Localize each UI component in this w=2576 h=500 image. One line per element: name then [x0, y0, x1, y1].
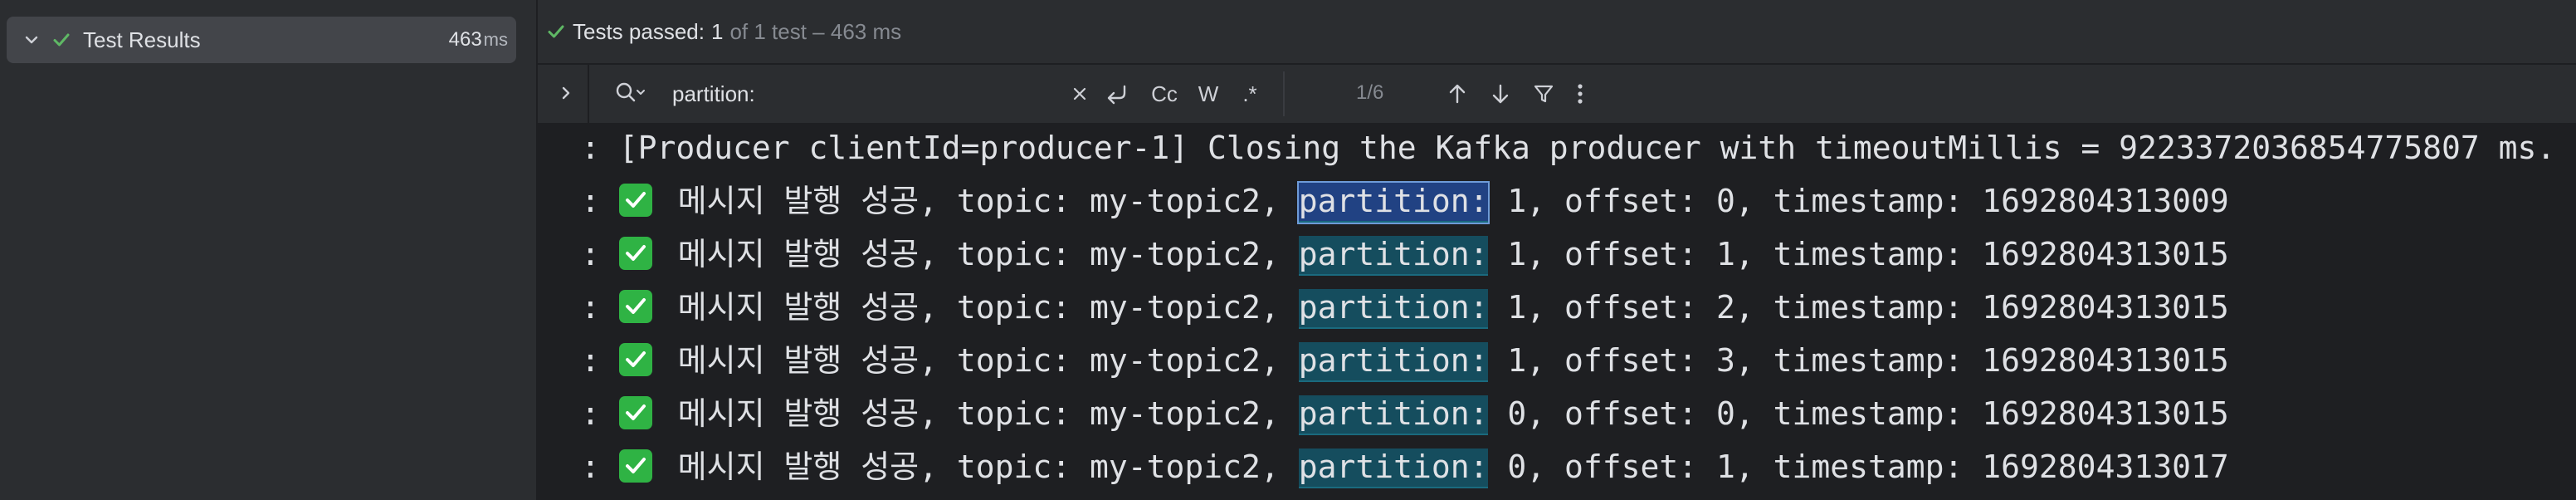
tests-passed-label: Tests passed:	[573, 18, 705, 44]
console-line: : 메시지 발행 성공, topic: my-topic2, partition…	[581, 389, 2229, 439]
check-mark-emoji-icon	[618, 396, 652, 429]
log-text: : [Producer clientId=producer-1] Closing…	[581, 130, 2556, 166]
log-prefix: :	[581, 395, 619, 432]
log-text: 메시지 발행 성공, topic: my-topic2,	[658, 395, 1299, 432]
check-mark-emoji-icon	[618, 184, 652, 217]
test-results-label: Test Results	[83, 27, 201, 52]
log-prefix: :	[581, 289, 619, 326]
chevron-right-icon[interactable]	[554, 81, 578, 105]
search-match: partition:	[1298, 449, 1489, 488]
search-input[interactable]	[671, 76, 1064, 111]
log-text: 0, offset: 1, timestamp: 1692804313017	[1488, 449, 2229, 485]
duration-value: 463	[448, 28, 482, 51]
search-match: partition:	[1298, 236, 1489, 276]
regex-button[interactable]: .*	[1233, 80, 1266, 108]
log-text: 메시지 발행 성공, topic: my-topic2,	[658, 289, 1299, 326]
separator	[588, 65, 589, 123]
log-text: 메시지 발행 성공, topic: my-topic2,	[658, 342, 1299, 379]
match-case-button[interactable]: Cc	[1145, 80, 1183, 108]
log-text: 메시지 발행 성공, topic: my-topic2,	[658, 236, 1299, 272]
log-text: 1, offset: 0, timestamp: 1692804313009	[1488, 183, 2229, 219]
console-line: : 메시지 발행 성공, topic: my-topic2, partition…	[581, 229, 2229, 279]
search-match: partition:	[1298, 342, 1489, 382]
new-line-icon[interactable]	[1100, 80, 1134, 108]
log-text: 1, offset: 1, timestamp: 1692804313015	[1488, 236, 2229, 272]
more-options-icon[interactable]	[1570, 80, 1590, 108]
log-text: 1, offset: 3, timestamp: 1692804313015	[1488, 342, 2229, 379]
tests-summary-text: of 1 test – 463 ms	[729, 18, 902, 44]
test-duration: 463ms	[449, 28, 508, 51]
log-text: 메시지 발행 성공, topic: my-topic2,	[658, 183, 1299, 219]
console-line: : 메시지 발행 성공, topic: my-topic2, partition…	[581, 442, 2229, 492]
check-mark-emoji-icon	[618, 449, 652, 483]
check-icon	[544, 20, 568, 43]
search-match: partition:	[1298, 395, 1489, 435]
check-mark-emoji-icon	[618, 290, 652, 323]
search-icon[interactable]	[614, 80, 647, 106]
filter-icon[interactable]	[1529, 80, 1559, 108]
duration-unit: ms	[483, 29, 508, 50]
check-icon	[50, 28, 73, 51]
test-status-bar: Tests passed: 1 of 1 test – 463 ms	[538, 0, 2576, 63]
log-text: 1, offset: 2, timestamp: 1692804313015	[1488, 289, 2229, 326]
console-output[interactable]: : [Producer clientId=producer-1] Closing…	[538, 123, 2576, 500]
match-counter: 1/6	[1356, 81, 1384, 104]
search-match: partition:	[1298, 289, 1489, 329]
test-results-node[interactable]: Test Results 463ms	[7, 17, 516, 63]
separator	[1283, 71, 1285, 116]
check-mark-emoji-icon	[618, 237, 652, 270]
arrow-down-icon[interactable]	[1486, 80, 1515, 108]
log-prefix: :	[581, 449, 619, 485]
tests-passed-count: 1	[710, 18, 724, 44]
console-line: : 메시지 발행 성공, topic: my-topic2, partition…	[581, 336, 2229, 385]
console-line: : [Producer clientId=producer-1] Closing…	[581, 123, 2555, 173]
log-text: 메시지 발행 성공, topic: my-topic2,	[658, 449, 1299, 485]
log-text: 0, offset: 0, timestamp: 1692804313015	[1488, 395, 2229, 432]
test-tree-panel: Test Results 463ms	[0, 0, 536, 500]
check-mark-emoji-icon	[618, 343, 652, 376]
whole-words-button[interactable]: W	[1193, 80, 1223, 108]
log-prefix: :	[581, 236, 619, 272]
arrow-up-icon[interactable]	[1442, 80, 1472, 108]
console-line: : 메시지 발행 성공, topic: my-topic2, partition…	[581, 176, 2229, 226]
console-search-bar: Cc W .* 1/6	[538, 63, 2576, 125]
clear-search-icon[interactable]	[1067, 80, 1092, 108]
search-match-current: partition:	[1296, 181, 1490, 224]
log-prefix: :	[581, 342, 619, 379]
console-line: : 메시지 발행 성공, topic: my-topic2, partition…	[581, 282, 2229, 332]
log-prefix: :	[581, 183, 619, 219]
chevron-down-icon[interactable]	[22, 30, 41, 50]
